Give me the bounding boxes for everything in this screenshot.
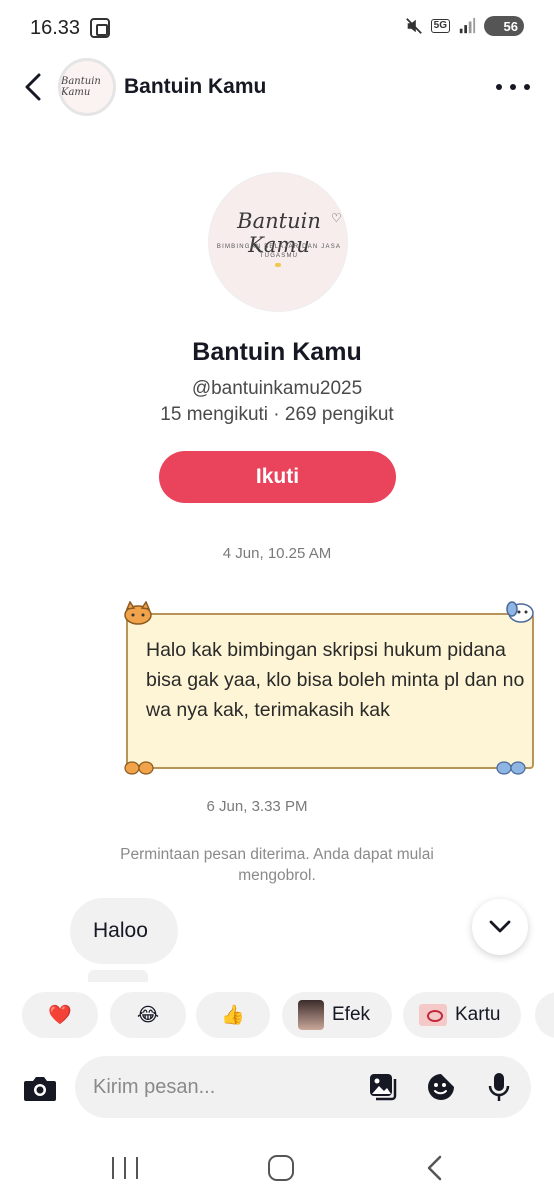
dog-sticker-icon — [506, 601, 534, 623]
reaction-heart-button[interactable]: ❤️ — [22, 992, 98, 1038]
laughing-face-icon: 😂 — [136, 1004, 160, 1026]
status-icons: 5G 56 — [405, 16, 524, 36]
status-bar: 16.33 5G 56 — [0, 0, 554, 56]
chevron-down-icon — [489, 920, 511, 933]
thumbs-up-icon: 👍 — [221, 1005, 245, 1026]
message-composer — [75, 1056, 531, 1118]
chevron-left-icon — [25, 73, 41, 101]
profile-avatar[interactable]: Bantuin Kamu ♡ BIMBINGAN BELAJAR DAN JAS… — [208, 172, 348, 312]
sticker-button[interactable] — [425, 1071, 457, 1103]
outgoing-message[interactable]: Halo kak bimbingan skripsi hukum pidana … — [124, 601, 534, 775]
header-avatar-logo: Bantuin Kamu — [61, 76, 101, 98]
quick-reactions-bar: ❤️ 😂 👍 Efek Kartu — [0, 992, 554, 1038]
battery-indicator: 56 — [484, 16, 524, 36]
signal-icon — [459, 17, 476, 34]
camera-button[interactable] — [20, 1068, 60, 1108]
incoming-message-text: Haloo — [93, 919, 148, 942]
incoming-message[interactable]: Haloo — [70, 898, 178, 964]
header-avatar[interactable]: Bantuin Kamu — [58, 58, 116, 116]
heart-doodle-icon: ♡ — [331, 211, 342, 225]
chat-title[interactable]: Bantuin Kamu — [124, 75, 266, 99]
profile-stats: 15 mengikuti · 269 pengikut — [160, 404, 394, 425]
chat-header: Bantuin Kamu Bantuin Kamu — [0, 56, 554, 120]
outgoing-message-text: Halo kak bimbingan skripsi hukum pidana … — [146, 639, 525, 721]
more-options-icon[interactable] — [496, 74, 530, 100]
back-button[interactable] — [18, 70, 48, 104]
profile-handle: @bantuinkamu2025 — [191, 378, 363, 399]
gallery-icon — [370, 1074, 397, 1101]
microphone-button[interactable] — [483, 1071, 515, 1103]
status-time: 16.33 — [30, 17, 81, 39]
reaction-laugh-button[interactable]: 😂 — [110, 992, 186, 1038]
effect-thumbnail-icon — [298, 1000, 324, 1030]
network-icon: 5G — [430, 19, 450, 33]
effects-button[interactable]: Efek — [282, 992, 392, 1038]
screenshot-icon — [90, 18, 110, 38]
incoming-message-peek — [88, 970, 148, 982]
mute-icon — [405, 18, 422, 34]
camera-icon — [24, 1077, 56, 1101]
sticker-face-icon — [428, 1074, 454, 1100]
battery-level: 56 — [503, 18, 518, 34]
nav-back-icon[interactable] — [424, 1155, 446, 1181]
scroll-down-button[interactable] — [472, 899, 528, 955]
logo-tagline-2: TUGASMU — [259, 253, 299, 259]
card-ribbon-icon — [419, 1004, 447, 1026]
reaction-thumbs-up-button[interactable]: 👍 — [196, 992, 270, 1038]
card-button[interactable]: Kartu — [403, 992, 521, 1038]
profile-name: Bantuin Kamu — [192, 338, 362, 366]
heart-icon: ❤️ — [48, 1005, 72, 1026]
effects-label: Efek — [332, 1004, 371, 1025]
message-timestamp: 6 Jun, 3.33 PM — [206, 798, 308, 815]
more-reactions-button[interactable] — [535, 992, 554, 1038]
gallery-button[interactable] — [367, 1071, 399, 1103]
card-label: Kartu — [455, 1004, 501, 1025]
logo-dot — [275, 263, 281, 267]
paw-icon — [496, 761, 526, 775]
recent-apps-button[interactable] — [112, 1157, 138, 1181]
logo-tagline: BIMBINGAN BELAJAR DAN JASA — [216, 244, 342, 250]
home-button[interactable] — [268, 1155, 294, 1181]
cat-sticker-icon — [124, 601, 152, 625]
system-nav-bar — [0, 1138, 554, 1200]
system-note: Permintaan pesan diterima. Anda dapat mu… — [120, 846, 434, 884]
message-input[interactable] — [93, 1056, 353, 1118]
message-timestamp: 4 Jun, 10.25 AM — [222, 545, 332, 562]
paw-icon — [124, 761, 154, 775]
microphone-icon — [488, 1073, 510, 1101]
follow-button[interactable]: Ikuti — [159, 451, 396, 503]
